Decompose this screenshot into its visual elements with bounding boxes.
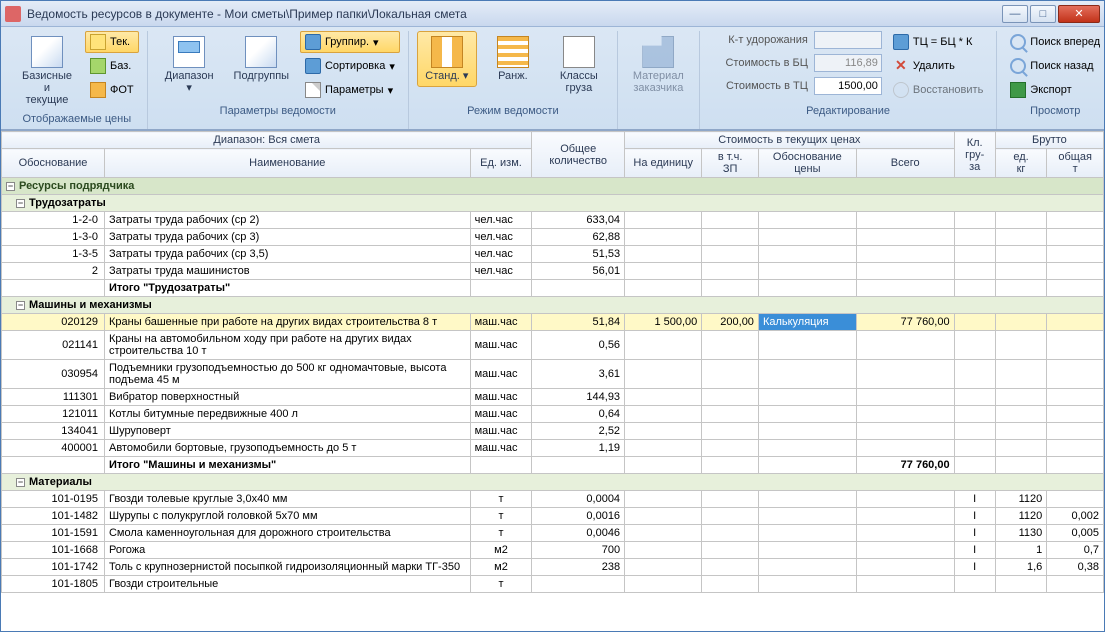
app-icon (5, 6, 21, 22)
subgroups-icon (245, 36, 277, 68)
range-button[interactable]: Диапазон ▾ (156, 31, 223, 99)
search-back-button[interactable]: Поиск назад (1005, 55, 1105, 77)
table-row[interactable]: 101-1668Рогожам2700I10,7 (2, 542, 1104, 559)
hdr-range[interactable]: Диапазон: Вся смета (2, 132, 532, 149)
group-labor[interactable]: −Трудозатраты (2, 195, 1104, 212)
table-row[interactable]: 134041Шуруповертмаш.час2,52 (2, 423, 1104, 440)
rank-icon (497, 36, 529, 68)
hdr-brutto[interactable]: Брутто (995, 132, 1103, 149)
group-label-edit: Редактирование (708, 103, 988, 119)
table-row[interactable]: 101-1591Смола каменноугольная для дорожн… (2, 525, 1104, 542)
yellow-icon (90, 34, 106, 50)
table-row[interactable]: 101-1482Шурупы с полукруглой головкой 5х… (2, 508, 1104, 525)
total-row[interactable]: Итого "Трудозатраты" (2, 280, 1104, 297)
table-icon (31, 36, 63, 68)
close-button[interactable]: ✕ (1058, 5, 1100, 23)
table-row[interactable]: 101-0195Гвозди толевые круглые 3,0х40 мм… (2, 491, 1104, 508)
stc-input[interactable] (814, 77, 882, 95)
restore-button: Восстановить (888, 79, 988, 101)
hdr-edkg[interactable]: ед. кг (995, 149, 1046, 178)
formula-button[interactable]: ТЦ = БЦ * К (888, 31, 988, 53)
search-back-icon (1010, 58, 1026, 74)
hdr-ed[interactable]: Ед. изм. (470, 149, 532, 178)
hdr-total[interactable]: Всего (856, 149, 954, 178)
classes-icon (563, 36, 595, 68)
params-icon (305, 82, 321, 98)
orange-icon (90, 82, 106, 98)
restore-icon (893, 82, 909, 98)
search-fwd-icon (1010, 34, 1026, 50)
params-button[interactable]: Параметры ▾ (300, 79, 400, 101)
tek-button[interactable]: Тек. (85, 31, 139, 53)
range-icon (173, 36, 205, 68)
maximize-button[interactable]: □ (1030, 5, 1056, 23)
kud-input (814, 31, 882, 49)
collapse-icon[interactable]: − (16, 478, 25, 487)
table-row[interactable]: 1-2-0Затраты труда рабочих (ср 2)чел.час… (2, 212, 1104, 229)
hdr-qty[interactable]: Общее количество (532, 132, 625, 178)
subgroups-button[interactable]: Подгруппы (229, 31, 294, 87)
table-row[interactable]: 2Затраты труда машинистовчел.час56,01 (2, 263, 1104, 280)
stc-label: Стоимость в ТЦ (708, 80, 808, 92)
collapse-icon[interactable]: − (6, 182, 15, 191)
prices-basic-current-button[interactable]: Базисные и текущие (15, 31, 79, 111)
x-icon: ✕ (893, 58, 909, 74)
delete-button[interactable]: ✕Удалить (888, 55, 988, 77)
group-contractor[interactable]: −Ресурсы подрядчика (2, 178, 1104, 195)
excel-icon (1010, 82, 1026, 98)
table-row[interactable]: 101-1742Толь с крупнозернистой посыпкой … (2, 559, 1104, 576)
group-label-view: Просмотр (1005, 103, 1105, 119)
baz-button[interactable]: Баз. (85, 55, 139, 77)
hdr-kl[interactable]: Кл. гру- за (954, 132, 995, 178)
titlebar: Ведомость ресурсов в документе - Мои сме… (1, 1, 1104, 27)
sbc-label: Стоимость в БЦ (708, 57, 808, 69)
collapse-icon[interactable]: − (16, 301, 25, 310)
hdr-zp[interactable]: в т.ч. ЗП (702, 149, 759, 178)
table-row[interactable]: 111301Вибратор поверхностныймаш.час144,9… (2, 389, 1104, 406)
group-label-mode: Режим ведомости (417, 103, 609, 119)
export-button[interactable]: Экспорт (1005, 79, 1105, 101)
hdr-name[interactable]: Наименование (104, 149, 470, 178)
standard-mode-button[interactable]: Станд. ▾ (417, 31, 477, 87)
group-button[interactable]: Группир. ▾ (300, 31, 400, 53)
hdr-obos[interactable]: Обоснование (2, 149, 105, 178)
sort-button[interactable]: Сортировка ▾ (300, 55, 400, 77)
formula-icon (893, 34, 909, 50)
hdr-obsh[interactable]: общая т (1047, 149, 1104, 178)
table-row[interactable]: 400001Автомобили бортовые, грузоподъемно… (2, 440, 1104, 457)
resource-grid[interactable]: Диапазон: Вся смета Общее количество Сто… (1, 130, 1104, 634)
table-row[interactable]: 021141Краны на автомобильном ходу при ра… (2, 331, 1104, 360)
sbc-input (814, 54, 882, 72)
table-row[interactable]: 030954Подъемники грузоподъемностью до 50… (2, 360, 1104, 389)
hdr-obp[interactable]: Обоснование цены (758, 149, 856, 178)
table-row[interactable]: 101-1805Гвозди строительныет (2, 576, 1104, 593)
green-icon (90, 58, 106, 74)
std-icon (431, 36, 463, 68)
rank-mode-button[interactable]: Ранж. (483, 31, 543, 87)
ribbon: Базисные и текущие Тек. Баз. ФОТ Отображ… (1, 27, 1104, 130)
hdr-cost-group[interactable]: Стоимость в текущих ценах (625, 132, 955, 149)
fot-button[interactable]: ФОТ (85, 79, 139, 101)
group-label-prices: Отображаемые цены (15, 111, 139, 127)
kud-label: К-т удорожания (708, 34, 808, 46)
group-label-params: Параметры ведомости (156, 103, 400, 119)
table-row[interactable]: 121011Котлы битумные передвижные 400 лма… (2, 406, 1104, 423)
group-icon (305, 34, 321, 50)
sort-icon (305, 58, 321, 74)
customer-material-button: Материал заказчика (626, 31, 691, 99)
collapse-icon[interactable]: − (16, 199, 25, 208)
group-machines[interactable]: −Машины и механизмы (2, 297, 1104, 314)
classes-mode-button[interactable]: Классы груза (549, 31, 609, 99)
minimize-button[interactable]: — (1002, 5, 1028, 23)
group-materials[interactable]: −Материалы (2, 474, 1104, 491)
hdr-unit[interactable]: На единицу (625, 149, 702, 178)
table-row[interactable]: 1-3-5Затраты труда рабочих (ср 3,5)чел.ч… (2, 246, 1104, 263)
table-row[interactable]: 1-3-0Затраты труда рабочих (ср 3)чел.час… (2, 229, 1104, 246)
table-row[interactable]: 020129Краны башенные при работе на други… (2, 314, 1104, 331)
window-title: Ведомость ресурсов в документе - Мои сме… (27, 7, 1002, 21)
truck-icon (642, 36, 674, 68)
total-row[interactable]: Итого "Машины и механизмы"77 760,00 (2, 457, 1104, 474)
search-fwd-button[interactable]: Поиск вперед (1005, 31, 1105, 53)
